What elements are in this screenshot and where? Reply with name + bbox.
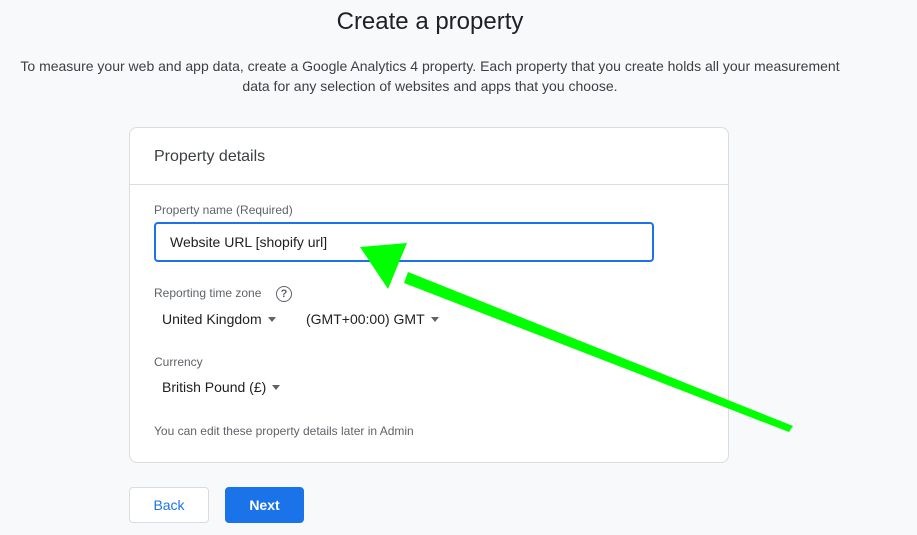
timezone-select[interactable]: (GMT+00:00) GMT — [306, 311, 439, 327]
back-button[interactable]: Back — [129, 487, 209, 523]
create-property-page: Create a property To measure your web an… — [0, 0, 917, 535]
currency-select[interactable]: British Pound (£) — [162, 379, 281, 395]
help-circle-icon[interactable]: ? — [276, 286, 292, 302]
next-button[interactable]: Next — [225, 487, 304, 523]
page-description: To measure your web and app data, create… — [20, 58, 840, 94]
card-header: Property details — [130, 128, 728, 185]
currency-label: Currency — [154, 355, 203, 369]
timezone-label: Reporting time zone — [154, 286, 262, 300]
caret-down-icon — [272, 384, 281, 390]
caret-down-icon — [267, 316, 276, 322]
property-details-card: Property details Property name (Required… — [129, 127, 729, 463]
property-name-label: Property name (Required) — [154, 203, 293, 217]
caret-down-icon — [430, 316, 439, 322]
timezone-select-value: (GMT+00:00) GMT — [306, 311, 425, 327]
country-select-value: United Kingdom — [162, 311, 262, 327]
currency-select-value: British Pound (£) — [162, 379, 267, 395]
country-select[interactable]: United Kingdom — [162, 311, 276, 327]
edit-later-note: You can edit these property details late… — [154, 424, 414, 438]
property-name-input[interactable] — [154, 222, 654, 262]
page-title: Create a property — [336, 8, 524, 35]
